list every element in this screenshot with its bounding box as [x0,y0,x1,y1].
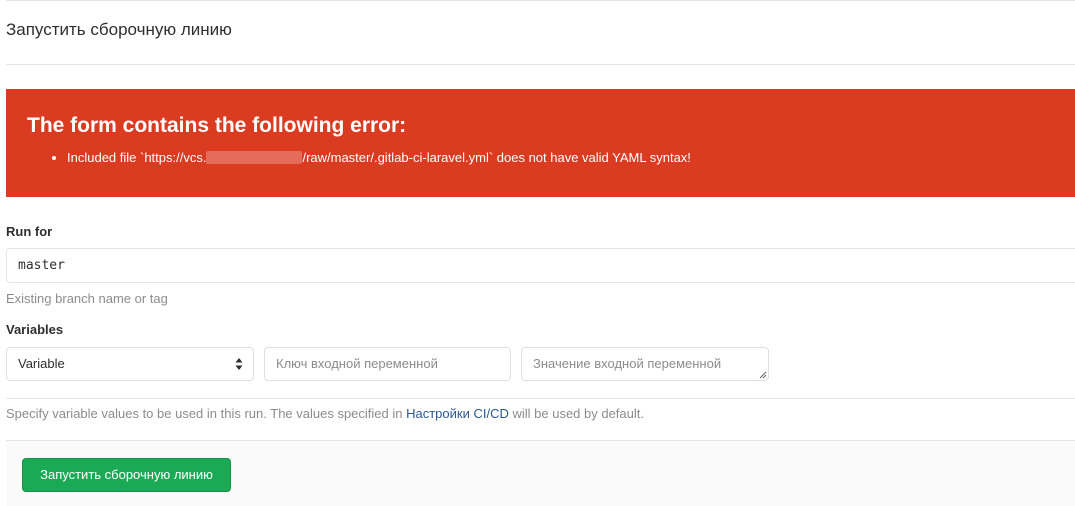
ref-help-text: Existing branch name or tag [6,291,168,306]
run-pipeline-page: Запустить сборочную линию The form conta… [0,0,1075,506]
variable-key-placeholder: Ключ входной переменной [276,356,438,371]
top-divider [6,0,1075,1]
variable-type-value: Variable [18,356,65,371]
variable-key-input[interactable]: Ключ входной переменной [264,347,511,381]
run-pipeline-button[interactable]: Запустить сборочную линию [22,458,231,492]
variables-label: Variables [6,322,64,337]
variable-value-input[interactable]: Значение входной переменной [521,347,769,381]
error-list: Included file `https://vcs. /raw/master/.… [27,149,1054,167]
error-alert: The form contains the following error: I… [6,89,1075,197]
form-actions: Запустить сборочную линию [6,440,1075,506]
variables-help-prefix: Specify variable values to be used in th… [6,406,407,421]
error-title: The form contains the following error: [27,114,407,137]
ci-cd-settings-link[interactable]: Настройки CI/CD [406,406,509,421]
variable-type-select[interactable]: Variable [6,347,254,381]
sort-arrows-icon [235,358,243,370]
page-title: Запустить сборочную линию [6,20,232,39]
variables-divider [6,398,1075,399]
error-item: Included file `https://vcs. /raw/master/.… [67,149,1054,167]
variables-help-suffix: will be used by default. [508,406,644,421]
run-for-label: Run for [6,224,53,239]
title-divider [6,64,1075,65]
error-message-suffix: /raw/master/.gitlab-ci-laravel.yml` does… [302,150,691,165]
error-message-prefix: Included file `https://vcs. [67,150,207,165]
variable-value-placeholder: Значение входной переменной [533,356,722,371]
variables-help-text: Specify variable values to be used in th… [6,406,644,421]
ref-input[interactable]: master [6,248,1075,283]
resize-handle-icon[interactable] [759,371,767,379]
redacted-hostname [206,151,303,164]
